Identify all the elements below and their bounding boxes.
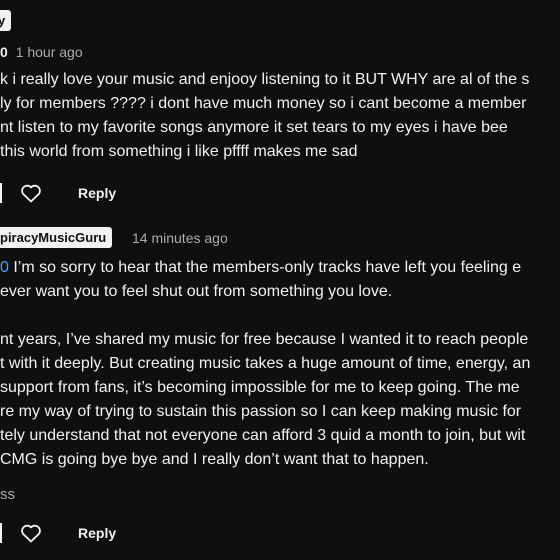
like-count-edge <box>0 523 2 543</box>
comment-line: 0 I’m so sorry to hear that the members-… <box>0 256 530 280</box>
comment-line: nt years, I’ve shared my music for free … <box>0 331 529 348</box>
heart-outline-icon[interactable] <box>19 181 43 205</box>
mention-fragment[interactable]: 0 <box>0 44 8 60</box>
comment-body: k i really love your music and enjooy li… <box>0 68 529 164</box>
like-count-edge <box>0 183 2 203</box>
comment-line: support from fans, it’s becoming impossi… <box>0 379 520 396</box>
comment-line: k i really love your music and enjooy li… <box>0 71 530 88</box>
heart-outline-icon[interactable] <box>19 521 43 545</box>
comment-line: CMG is going bye bye and I really don’t … <box>0 451 429 468</box>
comment-timestamp[interactable]: 1 hour ago <box>16 44 83 60</box>
author-chip[interactable]: piracyMusicGuru <box>0 227 113 248</box>
comment-line: nt listen to my favorite songs anymore i… <box>0 119 508 136</box>
comment-line: t with it deeply. But creating music tak… <box>0 355 531 372</box>
mention-fragment[interactable]: 0 <box>0 259 9 276</box>
comment-line <box>0 304 530 328</box>
show-less-button[interactable]: ss <box>0 486 15 503</box>
comment-line-text: I’m so sorry to hear that the members-on… <box>8 259 522 276</box>
comment-line: ever want you to feel shut out from some… <box>0 283 393 300</box>
comment-body: 0 I’m so sorry to hear that the members-… <box>0 256 530 472</box>
author-chip[interactable]: y <box>0 10 12 31</box>
comment-line: re my way of trying to sustain this pass… <box>0 403 522 420</box>
reply-button[interactable]: Reply <box>78 525 116 541</box>
reply-button[interactable]: Reply <box>78 185 116 201</box>
comment-line: this world from something i like pffff m… <box>0 143 358 160</box>
comment-line: tely understand that not everyone can af… <box>0 427 526 444</box>
comment-timestamp[interactable]: 14 minutes ago <box>132 230 228 246</box>
comment-header: 0 1 hour ago <box>0 44 83 60</box>
comment-line: ly for members ???? i dont have much mon… <box>0 95 527 112</box>
